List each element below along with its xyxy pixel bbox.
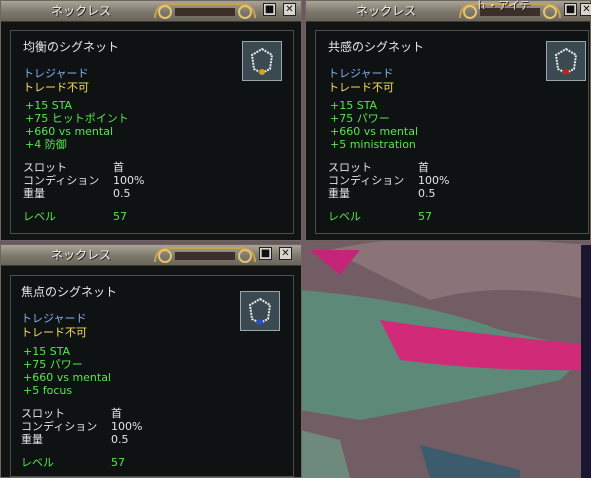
stat-line: +660 vs mental	[330, 125, 419, 138]
stat-line: +75 パワー	[330, 112, 390, 125]
tag-treasured: トレジャード	[23, 67, 89, 80]
weight-value: 0.5	[418, 187, 436, 200]
level-label: レベル	[328, 210, 361, 223]
necklace-icon	[240, 291, 280, 331]
slot-label: スロット	[328, 161, 372, 174]
stat-line: +660 vs mental	[25, 125, 114, 138]
level-label: レベル	[21, 456, 54, 469]
condition-value: 100%	[111, 420, 143, 433]
minimize-button-1[interactable]: ■	[263, 3, 276, 16]
slot-label: スロット	[23, 161, 67, 174]
tag-no-trade: トレード不可	[21, 326, 87, 339]
condition-label: コンディション	[21, 420, 98, 433]
slot-value: 首	[111, 407, 122, 420]
slot-label: スロット	[21, 407, 65, 420]
tag-no-trade: トレード不可	[328, 81, 394, 94]
close-button-2[interactable]: ✕	[580, 3, 591, 16]
scroll-ornament-icon	[154, 3, 256, 19]
window-title-1: ネックレス	[51, 4, 112, 18]
item-name: 共感のシグネット	[328, 40, 425, 54]
weight-label: 重量	[328, 187, 350, 200]
stat-line: +75 ヒットポイント	[25, 112, 129, 125]
window-title-2: ネックレス	[356, 4, 417, 18]
background-tab-partial: ｈ・アイテ	[476, 0, 531, 12]
stat-line: +5 focus	[23, 384, 73, 397]
item-details-1: 均衡のシグネット トレジャード トレード不可 +15 STA +75 ヒットポイ…	[10, 30, 294, 234]
level-value: 57	[113, 210, 127, 223]
item-window-3: ネックレス ■ ✕ 焦点のシグネット トレジャード トレード不可 +15 STA…	[0, 244, 302, 478]
weight-value: 0.5	[111, 433, 129, 446]
stat-line: +15 STA	[25, 99, 73, 112]
stat-line: +15 STA	[23, 345, 71, 358]
condition-value: 100%	[113, 174, 145, 187]
close-button-1[interactable]: ✕	[283, 3, 296, 16]
minimize-button-3[interactable]: ■	[259, 247, 272, 260]
tag-no-trade: トレード不可	[23, 81, 89, 94]
weight-label: 重量	[23, 187, 45, 200]
stat-line: +75 パワー	[23, 358, 83, 371]
condition-label: コンディション	[328, 174, 405, 187]
item-name: 焦点のシグネット	[21, 285, 118, 299]
slot-value: 首	[113, 161, 124, 174]
item-details-2: 共感のシグネット トレジャード トレード不可 +15 STA +75 パワー +…	[315, 30, 589, 234]
level-value: 57	[418, 210, 432, 223]
tag-treasured: トレジャード	[328, 67, 394, 80]
condition-label: コンディション	[23, 174, 100, 187]
necklace-icon	[546, 41, 586, 81]
item-window-1: ネックレス ■ ✕ 均衡のシグネット トレジャード トレード不可 +15 STA…	[0, 0, 302, 241]
stat-line: +15 STA	[330, 99, 378, 112]
hotbar-strip[interactable]	[581, 245, 591, 478]
item-name: 均衡のシグネット	[23, 40, 120, 54]
tag-treasured: トレジャード	[21, 312, 87, 325]
item-window-2: ネックレス ｈ・アイテ ■ ✕ 共感のシグネット トレジャード トレード不可 +…	[305, 0, 591, 241]
titlebar-1[interactable]: ネックレス ■ ✕	[1, 1, 301, 22]
close-button-3[interactable]: ✕	[279, 247, 292, 260]
level-value: 57	[111, 456, 125, 469]
weight-label: 重量	[21, 433, 43, 446]
stat-line: +5 ministration	[330, 138, 416, 151]
weight-value: 0.5	[113, 187, 131, 200]
stat-line: +4 防御	[25, 138, 67, 151]
level-label: レベル	[23, 210, 56, 223]
window-title-3: ネックレス	[51, 248, 112, 262]
titlebar-2[interactable]: ネックレス ｈ・アイテ ■ ✕	[306, 0, 591, 22]
necklace-icon	[242, 41, 282, 81]
minimize-button-2[interactable]: ■	[564, 3, 577, 16]
slot-value: 首	[418, 161, 429, 174]
item-details-3: 焦点のシグネット トレジャード トレード不可 +15 STA +75 パワー +…	[10, 275, 294, 477]
condition-value: 100%	[418, 174, 450, 187]
scroll-ornament-icon	[154, 247, 256, 263]
stat-line: +660 vs mental	[23, 371, 112, 384]
titlebar-3[interactable]: ネックレス ■ ✕	[1, 245, 301, 266]
